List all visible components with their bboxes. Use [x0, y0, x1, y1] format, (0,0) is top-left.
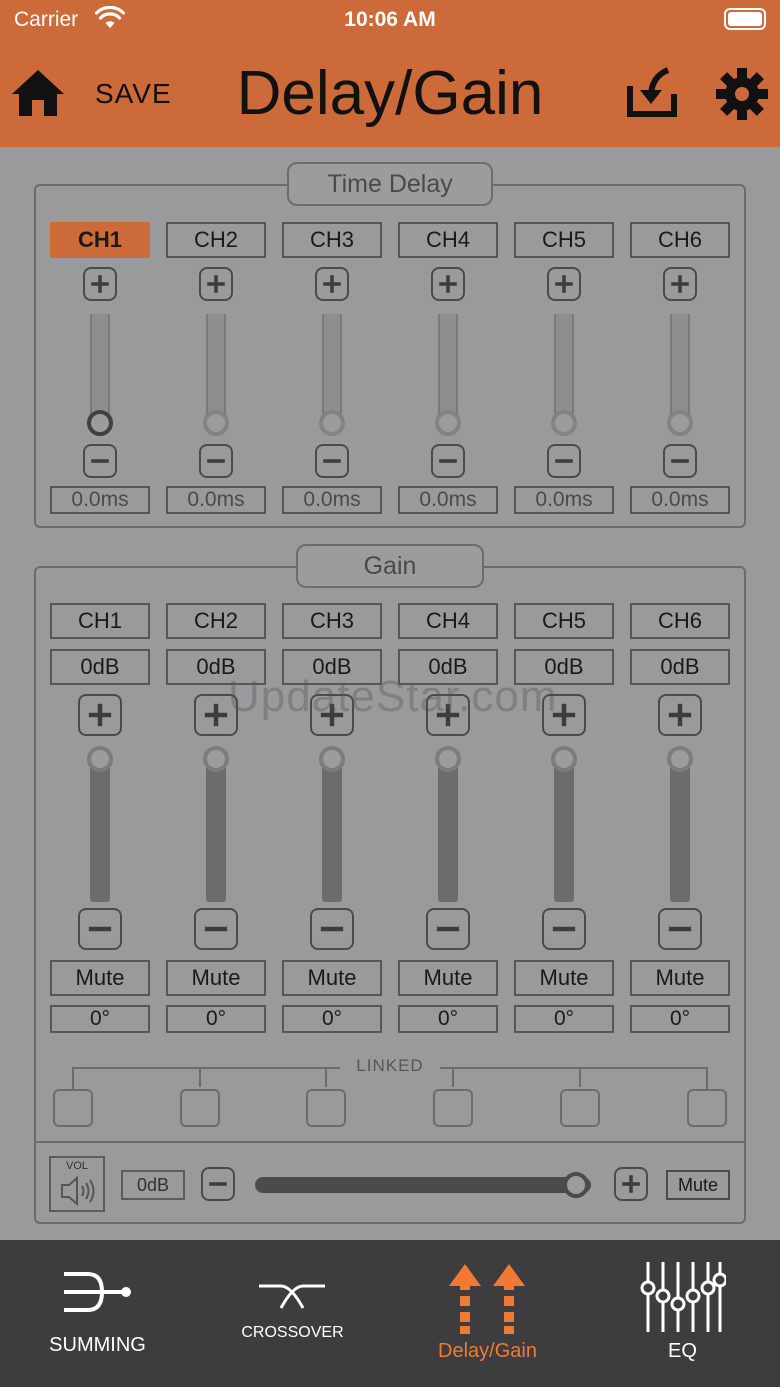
linked-bracket: [72, 1067, 708, 1089]
tab-crossover[interactable]: CROSSOVER: [195, 1240, 390, 1387]
volume-slider-knob[interactable]: [563, 1172, 589, 1198]
summing-icon: [64, 1272, 131, 1312]
link-checkbox[interactable]: [687, 1089, 727, 1127]
volume-icon-box[interactable]: VOL: [49, 1156, 105, 1212]
volume-plus-button[interactable]: [614, 1167, 648, 1201]
link-checkbox[interactable]: [433, 1089, 473, 1127]
tab-delay-gain[interactable]: Delay/Gain: [390, 1240, 585, 1387]
volume-mute-button[interactable]: Mute: [666, 1170, 730, 1200]
link-checkbox[interactable]: [306, 1089, 346, 1127]
tab-bar: SUMMING CROSSOVER Delay/Gain EQ: [0, 1240, 780, 1387]
delay-gain-icon: [449, 1264, 525, 1334]
tab-delay-gain-label: Delay/Gain: [438, 1340, 537, 1362]
linked-label: LINKED: [356, 1056, 424, 1075]
crossover-icon: [259, 1284, 325, 1309]
link-checkbox[interactable]: [180, 1089, 220, 1127]
volume-icon-label: VOL: [65, 1160, 88, 1172]
minus-icon: [209, 1182, 227, 1186]
speaker-icon: [61, 1175, 95, 1207]
tab-summing[interactable]: SUMMING: [0, 1240, 195, 1387]
link-checkbox[interactable]: [560, 1089, 600, 1127]
volume-minus-button[interactable]: [201, 1167, 235, 1201]
eq-icon: [640, 1262, 726, 1332]
tab-eq[interactable]: EQ: [585, 1240, 780, 1387]
link-checkbox[interactable]: [53, 1089, 93, 1127]
volume-db-value: 0dB: [121, 1170, 185, 1200]
divider: [34, 1141, 746, 1143]
tab-eq-label: EQ: [668, 1340, 697, 1362]
volume-slider-track[interactable]: [255, 1177, 591, 1193]
tab-summing-label: SUMMING: [49, 1334, 146, 1356]
plus-icon: [622, 1175, 640, 1193]
tab-crossover-label: CROSSOVER: [241, 1324, 344, 1341]
